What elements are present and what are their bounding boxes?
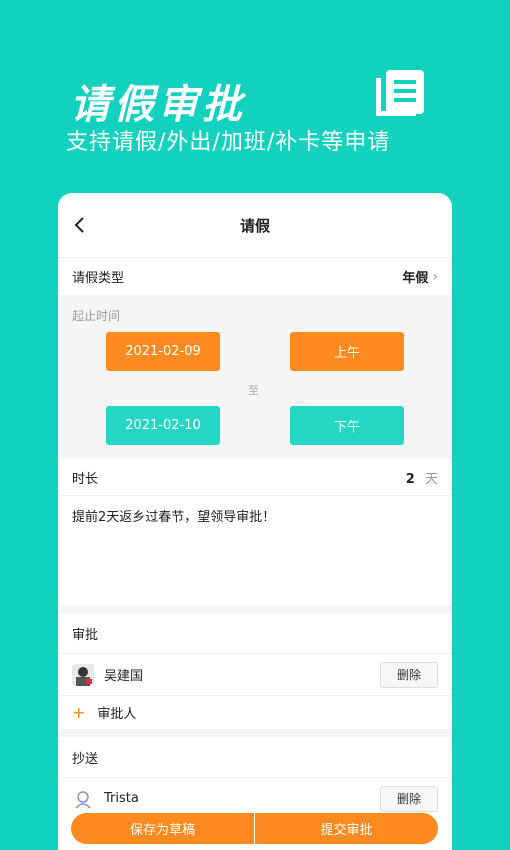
chevron-left-icon[interactable] — [70, 215, 90, 235]
duration-label: 时长 — [72, 471, 99, 487]
approval-section-header: 审批 — [58, 613, 452, 653]
add-approver-label: 审批人 — [97, 707, 137, 722]
time-range-section: 起止时间 2021-02-09 上午 至 2021-02-10 下午 — [58, 295, 452, 459]
time-range-label: 起止时间 — [72, 309, 121, 323]
avatar — [72, 787, 94, 810]
action-bar: 保存为草稿 提交审批 — [71, 813, 438, 844]
leave-type-row[interactable]: 请假类型 年假 › — [58, 257, 452, 295]
page-title: 请假 — [239, 216, 270, 235]
cc-label: 抄送 — [72, 751, 99, 767]
document-list-icon — [376, 70, 424, 116]
duration-unit: 天 — [424, 471, 438, 487]
reason-textarea[interactable]: 提前2天返乡过春节，望领导审批！ — [58, 495, 452, 605]
start-date-button[interactable]: 2021-02-09 — [106, 332, 220, 371]
leave-form-card: 请假 请假类型 年假 › 起止时间 2021-02-09 上午 至 2021-0… — [58, 193, 452, 850]
delete-approver-button[interactable]: 删除 — [380, 661, 438, 688]
delete-cc-button[interactable]: 删除 — [380, 785, 438, 812]
approver-name: 吴建国 — [104, 669, 144, 684]
cc-person-name: Trista — [104, 791, 139, 806]
nav-bar: 请假 — [58, 193, 452, 257]
add-approver-row[interactable]: + 审批人 — [58, 695, 452, 729]
range-separator: 至 — [248, 384, 259, 397]
cc-section-header: 抄送 — [58, 737, 452, 777]
duration-row: 时长 2 天 — [58, 459, 452, 495]
action-divider — [254, 813, 255, 844]
leave-type-value: 年假 — [402, 271, 429, 286]
plus-icon: + — [72, 703, 86, 722]
start-period-button[interactable]: 上午 — [290, 332, 404, 371]
save-draft-button[interactable]: 保存为草稿 — [71, 813, 254, 844]
avatar — [72, 663, 94, 686]
leave-type-label: 请假类型 — [72, 271, 125, 286]
approval-label: 审批 — [72, 627, 99, 643]
submit-button[interactable]: 提交审批 — [255, 813, 438, 844]
end-date-button[interactable]: 2021-02-10 — [106, 406, 220, 445]
section-divider — [58, 729, 452, 737]
section-divider — [58, 605, 452, 613]
duration-value: 2 — [405, 471, 415, 487]
hero-title: 请假审批 — [70, 82, 246, 128]
hero-subtitle: 支持请假/外出/加班/补卡等申请 — [66, 130, 391, 155]
chevron-right-icon: › — [432, 268, 438, 285]
approver-row: 吴建国 删除 — [58, 653, 452, 695]
end-period-button[interactable]: 下午 — [290, 406, 404, 445]
